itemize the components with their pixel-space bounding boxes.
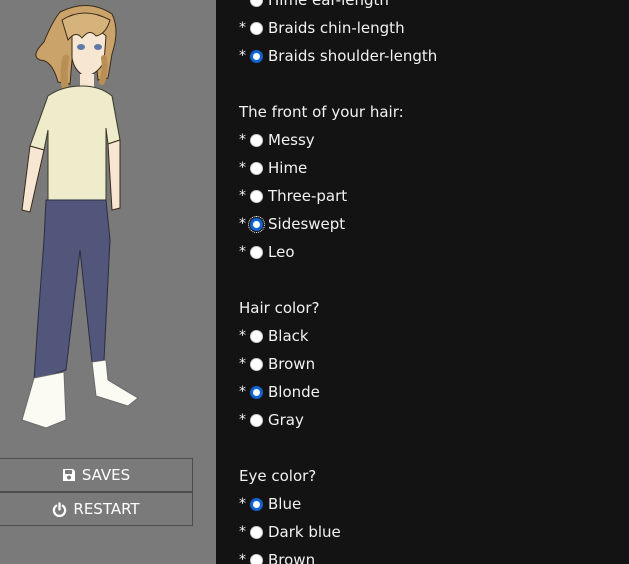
radio-button-checked[interactable] <box>250 385 263 399</box>
power-icon <box>53 501 67 517</box>
option-label: Blonde <box>268 383 320 401</box>
bullet-star: * <box>239 48 246 64</box>
radio-button[interactable] <box>250 413 263 427</box>
option-label: Braids shoulder-length <box>268 47 438 65</box>
option-label: Black <box>268 327 309 345</box>
restart-label: RESTART <box>73 500 140 518</box>
radio-button-checked[interactable] <box>248 215 265 233</box>
sidebar: SAVES RESTART <box>0 0 216 564</box>
saves-button[interactable]: SAVES <box>0 458 193 492</box>
bullet-star: * <box>239 188 246 204</box>
option-blue[interactable]: * Blue <box>239 490 437 518</box>
radio-button[interactable] <box>250 21 263 35</box>
radio-button-checked[interactable] <box>250 497 263 511</box>
option-label: Dark blue <box>268 523 341 541</box>
option-label: Messy <box>268 131 315 149</box>
restart-button[interactable]: RESTART <box>0 492 193 526</box>
radio-button[interactable] <box>250 189 263 203</box>
option-label: Gray <box>268 411 304 429</box>
option-label: Three-part <box>268 187 348 205</box>
option-hime[interactable]: * Hime <box>239 154 437 182</box>
bullet-star: * <box>239 384 246 400</box>
radio-button[interactable] <box>250 357 263 371</box>
bullet-star: * <box>239 328 246 344</box>
question-eye-color: Eye color? <box>239 467 317 485</box>
option-gray[interactable]: * Gray <box>239 406 437 434</box>
option-brown-eyes[interactable]: * Brown <box>239 546 437 564</box>
bullet-star: * <box>239 524 246 540</box>
option-messy[interactable]: * Messy <box>239 126 437 154</box>
main-content: * Hime ear-length * Braids chin-length *… <box>216 0 629 564</box>
option-blonde[interactable]: * Blonde <box>239 378 437 406</box>
floppy-disk-icon <box>62 469 75 481</box>
question-front-hair: The front of your hair: <box>239 103 404 121</box>
option-label: Brown <box>268 551 316 564</box>
saves-label: SAVES <box>81 466 131 484</box>
bullet-star: * <box>239 496 246 512</box>
option-label: Sideswept <box>268 215 346 233</box>
bullet-star: * <box>239 160 246 176</box>
option-dark-blue[interactable]: * Dark blue <box>239 518 437 546</box>
radio-button[interactable] <box>250 525 263 539</box>
option-black[interactable]: * Black <box>239 322 437 350</box>
radio-button[interactable] <box>250 0 263 7</box>
radio-button[interactable] <box>250 161 263 175</box>
bullet-star: * <box>239 132 246 148</box>
character-portrait <box>21 5 139 429</box>
radio-button[interactable] <box>250 133 263 147</box>
bullet-star: * <box>239 216 246 232</box>
question-hair-color: Hair color? <box>239 299 320 317</box>
option-label: Brown <box>268 355 316 373</box>
radio-button[interactable] <box>250 245 263 259</box>
option-hime-ear-length[interactable]: * Hime ear-length <box>239 0 437 14</box>
option-leo[interactable]: * Leo <box>239 238 437 266</box>
option-label: Hime ear-length <box>268 0 389 9</box>
bullet-star: * <box>239 0 246 8</box>
bullet-star: * <box>239 244 246 260</box>
option-label: Blue <box>268 495 302 513</box>
option-label: Leo <box>268 243 295 261</box>
radio-button[interactable] <box>250 329 263 343</box>
radio-button[interactable] <box>250 553 263 564</box>
bullet-star: * <box>239 356 246 372</box>
radio-button-checked[interactable] <box>250 49 263 63</box>
option-braids-shoulder-length[interactable]: * Braids shoulder-length <box>239 42 437 70</box>
bullet-star: * <box>239 552 246 564</box>
bullet-star: * <box>239 20 246 36</box>
bullet-star: * <box>239 412 246 428</box>
option-braids-chin-length[interactable]: * Braids chin-length <box>239 14 437 42</box>
option-brown[interactable]: * Brown <box>239 350 437 378</box>
option-label: Hime <box>268 159 308 177</box>
option-sideswept[interactable]: * Sideswept <box>239 210 437 238</box>
option-label: Braids chin-length <box>268 19 405 37</box>
option-three-part[interactable]: * Three-part <box>239 182 437 210</box>
